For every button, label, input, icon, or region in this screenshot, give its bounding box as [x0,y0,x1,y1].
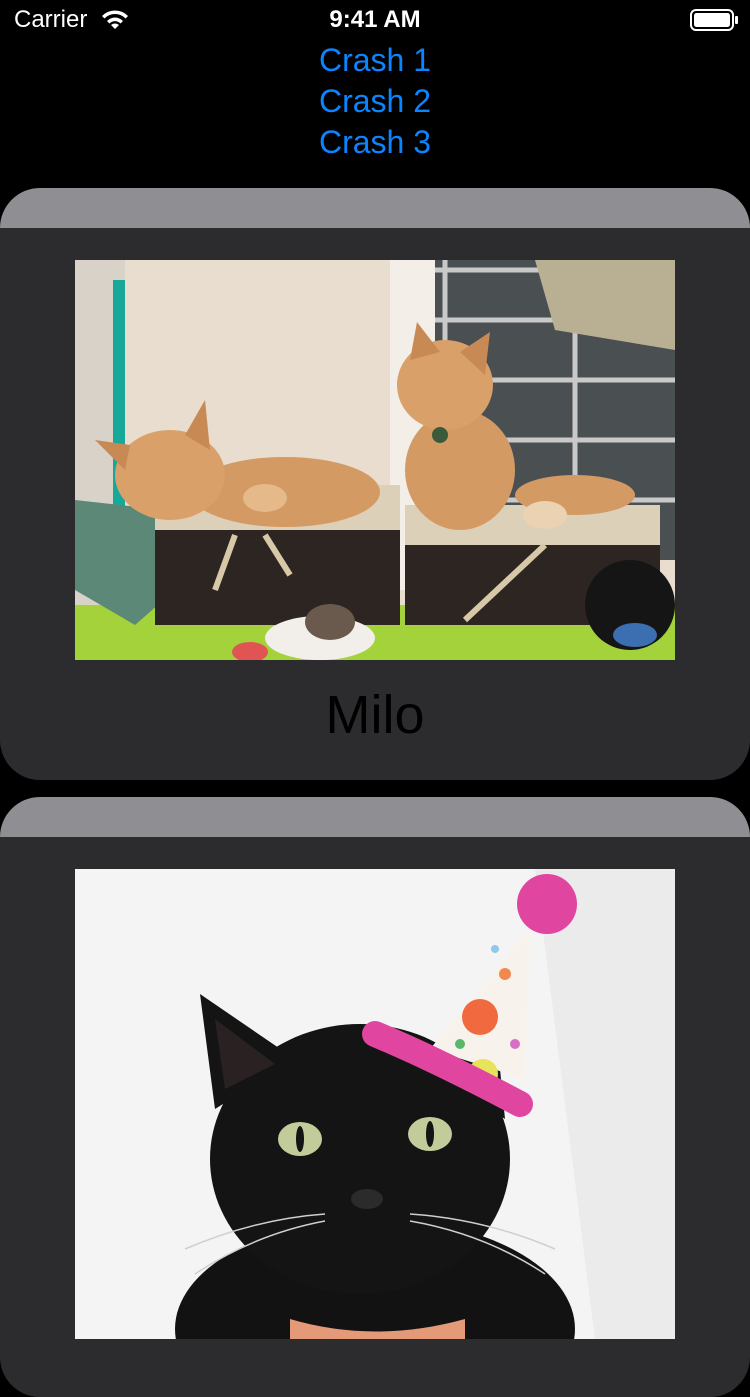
crash-1-button[interactable]: Crash 1 [0,40,750,81]
crash-button-list: Crash 1 Crash 2 Crash 3 [0,40,750,163]
cat-name-label: Milo [325,685,425,745]
cat-card-milo[interactable]: Milo [0,188,750,780]
status-bar: Carrier 9:41 AM [0,0,750,40]
card-header [0,188,750,228]
card-header [0,797,750,837]
cat-photo-party-hat [75,869,675,1339]
clock-time: 9:41 AM [329,6,421,33]
cat-photo-milo [75,260,675,660]
battery-icon [690,9,738,31]
crash-2-button[interactable]: Crash 2 [0,81,750,122]
crash-3-button[interactable]: Crash 3 [0,122,750,163]
cat-card-2[interactable] [0,797,750,1397]
